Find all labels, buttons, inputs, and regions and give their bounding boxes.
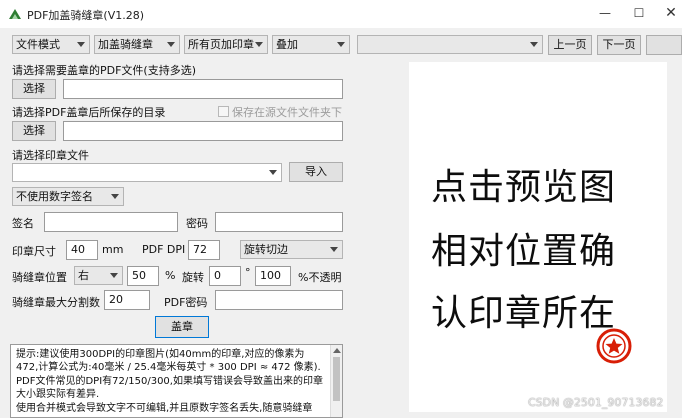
extra-toolbar-button[interactable] xyxy=(646,35,682,55)
rotation-input[interactable]: 0 xyxy=(209,266,241,286)
degree-sign: ° xyxy=(245,266,251,279)
chevron-down-icon xyxy=(530,42,538,47)
import-seal-button[interactable]: 导入 xyxy=(289,162,343,182)
signer-label: 签名 xyxy=(12,217,34,230)
pdf-password-input[interactable] xyxy=(215,290,343,310)
seal-size-input[interactable]: 40 xyxy=(66,240,98,260)
pages-select[interactable]: 所有页加印章 xyxy=(184,35,268,54)
max-split-label: 骑缝章最大分割数 xyxy=(12,296,100,309)
chevron-down-icon xyxy=(167,42,175,47)
seal-position-select-value: 右 xyxy=(78,269,89,282)
select-pdf-button[interactable]: 选择 xyxy=(12,79,56,99)
app-logo-icon xyxy=(9,9,21,19)
preview-text-line-1: 点击预览图 xyxy=(431,167,617,208)
stamp-button[interactable]: 盖章 xyxy=(155,316,209,338)
chevron-down-icon xyxy=(330,247,338,252)
seal-file-label: 请选择印章文件 xyxy=(12,149,89,162)
tips-textarea[interactable]: 提示:建议使用300DPI的印章图片(如40mm的印章,对应的像素为472,计算… xyxy=(10,344,343,418)
pdf-path-input[interactable] xyxy=(63,79,343,99)
title-bar: PDF加盖骑缝章(V1.28) — ☐ ✕ xyxy=(0,0,682,28)
scroll-thumb[interactable] xyxy=(333,357,340,401)
seal-size-unit: mm xyxy=(102,243,124,256)
chevron-down-icon xyxy=(111,194,119,199)
chevron-down-icon xyxy=(337,42,345,47)
seal-stamp-icon[interactable] xyxy=(594,326,634,366)
mode-select-value: 文件模式 xyxy=(16,38,60,51)
save-in-source-label: 保存在源文件文件夹下 xyxy=(232,106,342,119)
pdf-dpi-input[interactable]: 72 xyxy=(188,240,220,260)
pdf-password-label: PDF密码 xyxy=(164,296,208,309)
output-dir-label: 请选择PDF盖章后所保存的目录 xyxy=(12,106,166,119)
preview-text-line-2: 相对位置确 xyxy=(431,231,617,272)
max-split-input[interactable]: 20 xyxy=(104,290,150,310)
signer-input[interactable] xyxy=(44,212,178,232)
opacity-label: %不透明 xyxy=(298,271,342,284)
position-percent-sign: % xyxy=(165,269,176,282)
prev-page-button[interactable]: 上一页 xyxy=(548,35,592,55)
seal-size-label: 印章尺寸 xyxy=(12,245,56,258)
signature-password-label: 密码 xyxy=(186,217,208,230)
scroll-up-icon[interactable] xyxy=(333,348,341,353)
save-in-source-checkbox[interactable] xyxy=(218,106,229,117)
position-percent-input[interactable]: 50 xyxy=(127,266,159,286)
chevron-down-icon xyxy=(77,42,85,47)
seal-position-label: 骑缝章位置 xyxy=(12,271,67,284)
mode-select[interactable]: 文件模式 xyxy=(12,35,90,54)
rotation-label: 旋转 xyxy=(182,271,204,284)
chevron-down-icon xyxy=(255,42,263,47)
minimize-button[interactable]: — xyxy=(594,4,616,22)
rotate-edge-select-value: 旋转切边 xyxy=(244,243,288,256)
preview-text-line-3: 认印章所在 xyxy=(431,293,617,334)
pages-select-value: 所有页加印章 xyxy=(188,38,254,51)
seal-file-select[interactable] xyxy=(12,163,282,182)
digital-signature-select[interactable]: 不使用数字签名 xyxy=(12,187,124,206)
preview-file-select[interactable] xyxy=(357,35,543,54)
overlay-select[interactable]: 叠加 xyxy=(272,35,350,54)
stamp-type-select[interactable]: 加盖骑缝章 xyxy=(94,35,180,54)
overlay-select-value: 叠加 xyxy=(276,38,298,51)
opacity-input[interactable]: 100 xyxy=(255,266,291,286)
signature-password-input[interactable] xyxy=(215,212,343,232)
tips-scrollbar[interactable] xyxy=(330,345,342,417)
csdn-watermark: CSDN @2501_90713682 xyxy=(528,396,664,409)
digital-signature-select-value: 不使用数字签名 xyxy=(16,190,93,203)
output-path-input[interactable] xyxy=(63,121,343,141)
window-title: PDF加盖骑缝章(V1.28) xyxy=(27,9,145,22)
select-output-button[interactable]: 选择 xyxy=(12,121,56,141)
chevron-down-icon xyxy=(110,273,118,278)
chevron-down-icon xyxy=(269,170,277,175)
maximize-button[interactable]: ☐ xyxy=(628,4,650,22)
pdf-file-label: 请选择需要盖章的PDF文件(支持多选) xyxy=(12,64,197,77)
pdf-dpi-label: PDF DPI xyxy=(142,243,186,256)
seal-position-select[interactable]: 右 xyxy=(74,266,123,285)
stamp-type-select-value: 加盖骑缝章 xyxy=(98,38,153,51)
close-button[interactable]: ✕ xyxy=(660,4,682,22)
next-page-button[interactable]: 下一页 xyxy=(597,35,641,55)
tips-text: 提示:建议使用300DPI的印章图片(如40mm的印章,对应的像素为472,计算… xyxy=(16,349,323,414)
rotate-edge-select[interactable]: 旋转切边 xyxy=(240,240,343,259)
